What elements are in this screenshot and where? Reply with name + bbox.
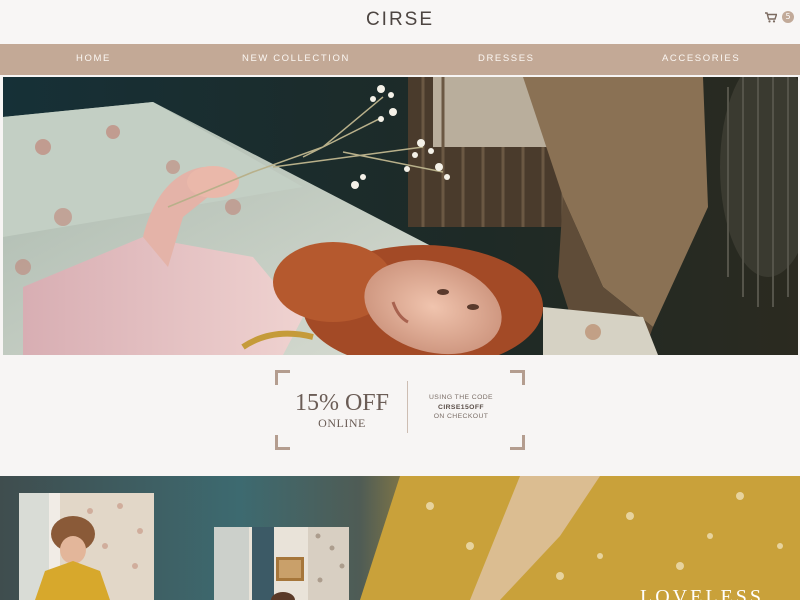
bracket-corner [275, 435, 290, 450]
nav-item-accesories[interactable]: ACCESORIES [662, 53, 740, 64]
bracket-corner [275, 370, 290, 385]
nav-item-home[interactable]: HOME [76, 53, 111, 64]
promo-code-info: USING THE CODE CIRSE15OFF ON CHECKOUT [418, 393, 504, 422]
shopping-cart-icon [765, 11, 777, 23]
nav-item-new-collection[interactable]: NEW COLLECTION [242, 53, 350, 64]
nav-item-dresses[interactable]: DRESSES [478, 53, 535, 64]
collection-title: LOVELESS [640, 586, 764, 600]
cart-count-badge: 5 [782, 11, 794, 23]
collection-banner[interactable]: LOVELESS [0, 476, 800, 600]
site-header: CIRSE 5 [0, 0, 800, 44]
bracket-corner [510, 435, 525, 450]
main-nav: HOME NEW COLLECTION DRESSES ACCESORIES [0, 44, 800, 75]
promo-banner: 15% OFF ONLINE USING THE CODE CIRSE15OFF… [0, 355, 800, 476]
promo-code-outro: ON CHECKOUT [433, 413, 489, 420]
promo-code: CIRSE15OFF [438, 403, 484, 411]
promo-divider [407, 381, 408, 433]
discount-channel: ONLINE [318, 416, 366, 430]
promo-code-intro: USING THE CODE [428, 394, 493, 401]
discount-headline: 15% OFF [294, 390, 390, 416]
cart-button[interactable]: 5 [765, 11, 794, 23]
site-logo[interactable]: CIRSE [0, 9, 800, 31]
hero-image [3, 77, 798, 355]
bracket-corner [510, 370, 525, 385]
